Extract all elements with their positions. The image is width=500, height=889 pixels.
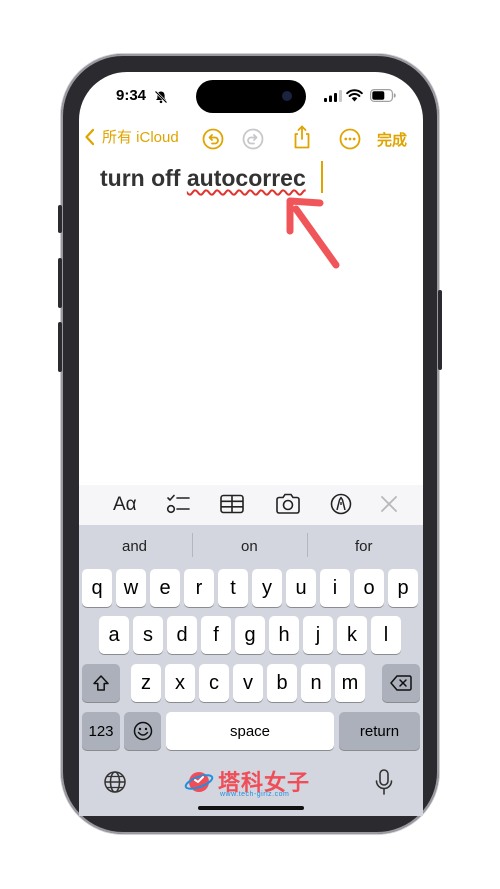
suggestion-divider	[192, 533, 193, 557]
key-c[interactable]: c	[199, 664, 229, 702]
backspace-icon	[390, 675, 412, 691]
suggestion-item[interactable]: and	[122, 538, 147, 555]
back-button-label: 所有 iCloud	[102, 129, 179, 146]
status-time: 9:34	[116, 87, 147, 104]
key-b[interactable]: b	[267, 664, 297, 702]
battery-icon	[370, 89, 396, 102]
pen-markup-icon	[330, 493, 352, 515]
back-button[interactable]: 所有 iCloud	[84, 126, 179, 147]
markup-button[interactable]	[330, 493, 352, 520]
close-toolbar-button[interactable]	[380, 495, 398, 518]
globe-button[interactable]	[103, 770, 127, 799]
dynamic-island	[196, 80, 306, 113]
watermark-logo: 塔科女子 www.tech-girlz.com	[184, 764, 324, 804]
emoji-key[interactable]	[124, 712, 161, 750]
undo-button[interactable]	[202, 128, 224, 150]
shift-arrow-icon	[93, 675, 109, 691]
redo-button[interactable]	[242, 128, 264, 150]
watermark-url: www.tech-girlz.com	[220, 791, 290, 798]
key-t[interactable]: t	[218, 569, 248, 607]
done-button[interactable]: 完成	[377, 129, 407, 150]
key-z[interactable]: z	[131, 664, 161, 702]
emoji-smiley-icon	[133, 721, 152, 741]
key-r[interactable]: r	[184, 569, 214, 607]
key-o[interactable]: o	[354, 569, 384, 607]
return-key[interactable]: return	[339, 712, 420, 750]
key-h[interactable]: h	[269, 616, 299, 654]
key-a[interactable]: a	[99, 616, 129, 654]
table-button[interactable]	[220, 494, 244, 519]
suggestion-item[interactable]: for	[355, 538, 373, 555]
home-indicator	[198, 806, 304, 810]
volume-down-button	[58, 322, 62, 372]
key-i[interactable]: i	[320, 569, 350, 607]
key-u[interactable]: u	[286, 569, 316, 607]
front-camera	[282, 91, 292, 101]
power-button	[438, 290, 442, 370]
shift-key[interactable]	[82, 664, 120, 702]
space-key[interactable]: space	[166, 712, 334, 750]
key-f[interactable]: f	[201, 616, 231, 654]
note-body-text[interactable]: turn off autocorrec	[100, 165, 306, 192]
key-y[interactable]: y	[252, 569, 282, 607]
microphone-icon	[375, 769, 393, 795]
action-button	[58, 205, 62, 233]
annotation-arrow-icon	[286, 197, 340, 269]
checklist-icon	[166, 494, 190, 514]
more-button[interactable]	[339, 128, 361, 150]
key-m[interactable]: m	[335, 664, 365, 702]
chevron-left-icon	[85, 128, 95, 145]
checklist-button[interactable]	[166, 493, 190, 520]
share-button[interactable]	[291, 124, 313, 150]
table-icon	[220, 494, 244, 514]
camera-icon	[276, 493, 300, 514]
wifi-icon	[346, 89, 363, 102]
planet-logo-icon	[184, 772, 214, 792]
key-w[interactable]: w	[116, 569, 146, 607]
key-e[interactable]: e	[150, 569, 180, 607]
key-n[interactable]: n	[301, 664, 331, 702]
key-g[interactable]: g	[235, 616, 265, 654]
dictation-button[interactable]	[374, 768, 394, 801]
key-p[interactable]: p	[388, 569, 418, 607]
redo-icon	[242, 128, 264, 150]
globe-icon	[104, 771, 126, 793]
undo-icon	[202, 128, 224, 150]
delete-key[interactable]	[382, 664, 420, 702]
close-icon	[381, 496, 397, 512]
numbers-key[interactable]: 123	[82, 712, 120, 750]
share-icon	[294, 125, 310, 149]
suggestion-divider	[307, 533, 308, 557]
misspelled-word[interactable]: autocorrec	[187, 165, 306, 191]
camera-button[interactable]	[275, 493, 301, 520]
key-l[interactable]: l	[371, 616, 401, 654]
suggestion-item[interactable]: on	[241, 538, 258, 555]
ellipsis-circle-icon	[339, 128, 361, 150]
silent-bell-icon	[154, 90, 168, 104]
key-s[interactable]: s	[133, 616, 163, 654]
note-text-plain: turn off	[100, 165, 187, 191]
volume-up-button	[58, 258, 62, 308]
key-v[interactable]: v	[233, 664, 263, 702]
key-j[interactable]: j	[303, 616, 333, 654]
cellular-signal-icon	[324, 90, 342, 102]
key-x[interactable]: x	[165, 664, 195, 702]
key-k[interactable]: k	[337, 616, 367, 654]
text-style-button[interactable]: Aα	[113, 494, 137, 516]
key-q[interactable]: q	[82, 569, 112, 607]
key-d[interactable]: d	[167, 616, 197, 654]
text-cursor	[321, 161, 323, 193]
